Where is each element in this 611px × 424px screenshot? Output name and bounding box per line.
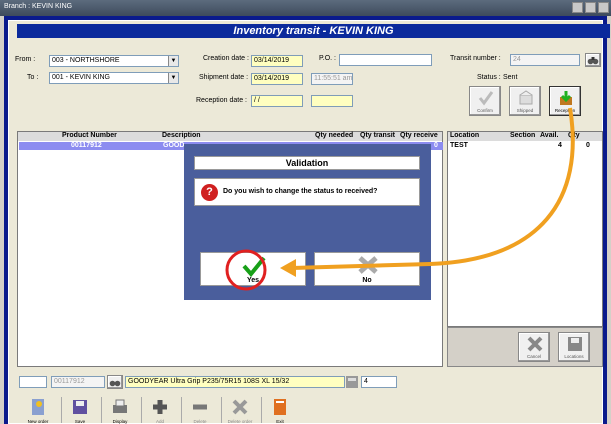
highlight-circle [225,249,267,291]
annotation-arrow [291,107,575,270]
annotation-overlay [225,107,575,291]
arrow-head [280,259,296,277]
